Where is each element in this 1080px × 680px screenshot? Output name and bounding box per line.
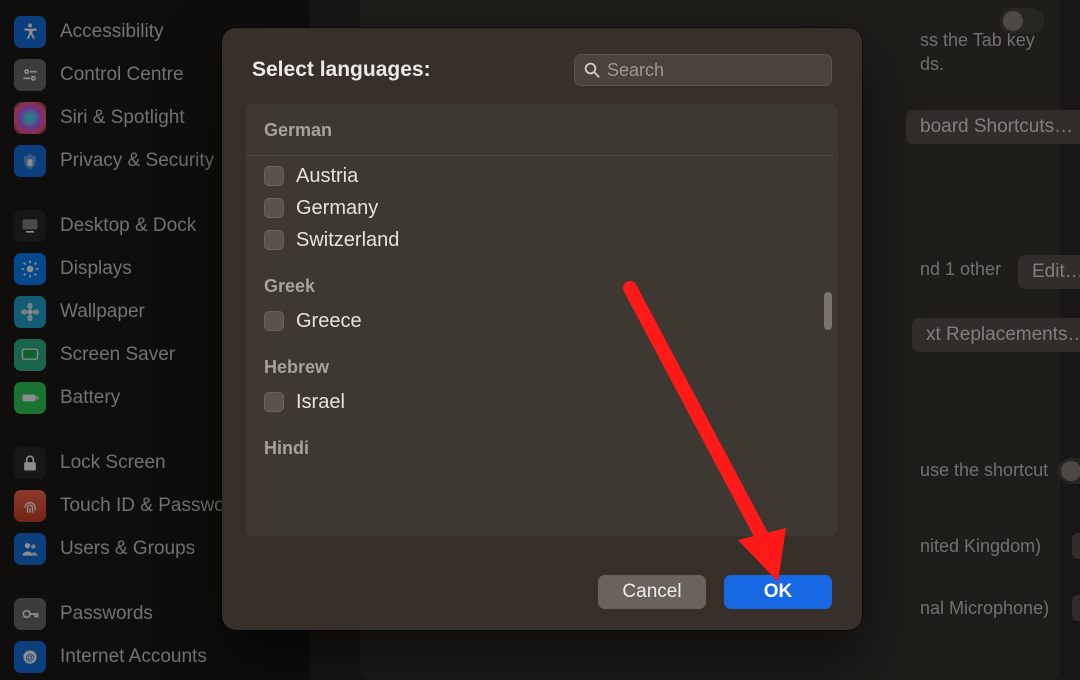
language-label: Switzerland: [296, 229, 399, 252]
language-label: Greece: [296, 310, 362, 333]
group-separator: [246, 155, 834, 156]
language-label: Austria: [296, 165, 358, 188]
search-icon: [583, 61, 601, 79]
language-group-header: Hebrew: [246, 337, 834, 386]
language-label: Germany: [296, 197, 378, 220]
language-label: Israel: [296, 391, 345, 414]
search-input[interactable]: [607, 60, 839, 81]
language-group-header: Greek: [246, 256, 834, 305]
language-list-scroll[interactable]: German Austria Germany Switzerland Greek Gree…: [246, 104, 838, 536]
language-row[interactable]: Israel: [246, 386, 834, 418]
language-row[interactable]: Germany: [246, 192, 834, 224]
search-field-wrap[interactable]: [574, 54, 832, 86]
cancel-button[interactable]: Cancel: [598, 575, 706, 609]
language-group-header: Hindi: [246, 418, 834, 467]
language-list: German Austria Germany Switzerland Greek Gree…: [246, 104, 838, 536]
language-group-header: German: [246, 104, 834, 149]
language-row[interactable]: Switzerland: [246, 224, 834, 256]
ok-button[interactable]: OK: [724, 575, 832, 609]
language-checkbox[interactable]: [264, 198, 284, 218]
dialog-title: Select languages:: [252, 58, 431, 82]
language-checkbox[interactable]: [264, 311, 284, 331]
language-checkbox[interactable]: [264, 392, 284, 412]
language-row[interactable]: Greece: [246, 305, 834, 337]
language-row[interactable]: Austria: [246, 160, 834, 192]
language-checkbox[interactable]: [264, 166, 284, 186]
scrollbar-thumb[interactable]: [824, 292, 832, 330]
select-languages-dialog: Select languages: German Austria Germany Sw…: [222, 28, 862, 630]
language-checkbox[interactable]: [264, 230, 284, 250]
